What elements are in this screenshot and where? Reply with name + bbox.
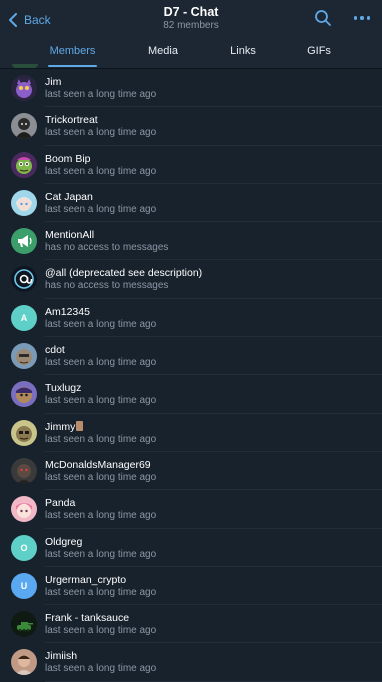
member-row[interactable]: Tuxlugz last seen a long time ago bbox=[0, 375, 382, 414]
member-name: cdot bbox=[45, 344, 65, 357]
card-emoji-icon bbox=[76, 420, 84, 431]
avatar bbox=[11, 189, 37, 216]
member-row[interactable]: Jimiish last seen a long time ago bbox=[0, 643, 382, 682]
member-row[interactable]: cdot last seen a long time ago bbox=[0, 337, 382, 376]
tab-gifs[interactable]: GIFs bbox=[299, 40, 339, 67]
member-name: Cat Japan bbox=[45, 190, 93, 203]
member-name: Panda bbox=[45, 497, 76, 510]
member-name: Tuxlugz bbox=[45, 382, 82, 395]
member-row[interactable]: Jim last seen a long time ago bbox=[0, 69, 382, 108]
tab-members[interactable]: Members bbox=[48, 40, 97, 67]
member-row[interactable]: Trickortreat last seen a long time ago bbox=[0, 107, 382, 146]
member-name: @all (deprecated see description) bbox=[45, 267, 203, 280]
avatar bbox=[11, 75, 37, 101]
more-horizontal-icon[interactable] bbox=[354, 12, 370, 24]
tab-links[interactable]: Links bbox=[222, 40, 264, 67]
member-row[interactable]: O Oldgreg last seen a long time ago bbox=[0, 529, 382, 568]
media-tabs: Members Media Links GIFs bbox=[0, 40, 382, 67]
avatar-initial: O bbox=[11, 534, 37, 561]
member-row[interactable]: Jimmy last seen a long time ago bbox=[0, 414, 382, 453]
megaphone-icon bbox=[11, 228, 37, 255]
member-row[interactable]: A Am12345 last seen a long time ago bbox=[0, 299, 382, 338]
member-name: McDonaldsManager69 bbox=[45, 458, 151, 471]
member-name: Trickortreat bbox=[45, 114, 98, 127]
member-status: last seen a long time ago bbox=[45, 433, 157, 445]
member-list: Jim last seen a long time ago Trickortre… bbox=[0, 69, 382, 682]
member-name: Frank - tanksauce bbox=[45, 612, 130, 625]
avatar bbox=[11, 113, 37, 140]
member-row[interactable]: Frank - tanksauce last seen a long time … bbox=[0, 605, 382, 644]
member-status: last seen a long time ago bbox=[45, 127, 157, 139]
tab-media[interactable]: Media bbox=[140, 40, 186, 67]
member-row[interactable]: McDonaldsManager69 last seen a long time… bbox=[0, 452, 382, 491]
member-status: last seen a long time ago bbox=[45, 318, 157, 330]
at-sign-icon bbox=[11, 266, 37, 293]
member-name: Boom Bip bbox=[45, 152, 91, 165]
member-status: has no access to messages bbox=[45, 280, 169, 292]
member-name-text: Jimmy bbox=[45, 420, 76, 433]
avatar bbox=[11, 649, 37, 676]
tank-icon bbox=[11, 611, 37, 638]
member-row[interactable]: Panda last seen a long time ago bbox=[0, 490, 382, 529]
member-status: last seen a long time ago bbox=[45, 471, 157, 483]
member-row[interactable]: U Urgerman_crypto last seen a long time … bbox=[0, 567, 382, 606]
member-name: Jim bbox=[45, 76, 62, 88]
avatar bbox=[11, 151, 37, 178]
member-status: last seen a long time ago bbox=[45, 203, 157, 215]
avatar-initial: A bbox=[11, 304, 37, 331]
avatar bbox=[11, 419, 37, 446]
member-name: Am12345 bbox=[45, 305, 90, 318]
member-status: last seen a long time ago bbox=[45, 510, 157, 522]
member-status: last seen a long time ago bbox=[45, 89, 157, 100]
member-name: Oldgreg bbox=[45, 535, 83, 548]
search-icon[interactable] bbox=[314, 9, 332, 27]
member-status: last seen a long time ago bbox=[45, 395, 157, 407]
avatar bbox=[11, 381, 37, 408]
member-row[interactable]: @all (deprecated see description) has no… bbox=[0, 260, 382, 300]
avatar bbox=[11, 457, 37, 484]
member-name: MentionAll bbox=[45, 229, 95, 242]
member-name: Urgerman_crypto bbox=[45, 573, 127, 586]
avatar bbox=[11, 343, 37, 370]
avatar bbox=[11, 496, 37, 523]
member-status: last seen a long time ago bbox=[45, 548, 157, 560]
member-status: last seen a long time ago bbox=[45, 165, 157, 177]
member-status: last seen a long time ago bbox=[45, 586, 157, 598]
partial-avatar bbox=[12, 64, 38, 68]
member-status: last seen a long time ago bbox=[45, 357, 157, 369]
chat-header: Back D7 - Chat 82 members Members Media … bbox=[0, 0, 382, 69]
member-status: has no access to messages bbox=[45, 242, 169, 254]
member-status: last seen a long time ago bbox=[45, 663, 157, 675]
member-row[interactable]: Boom Bip last seen a long time ago bbox=[0, 146, 382, 185]
member-name: Jimiish bbox=[45, 650, 78, 663]
member-row[interactable]: Cat Japan last seen a long time ago bbox=[0, 184, 382, 223]
avatar-initial: U bbox=[11, 572, 37, 599]
member-status: last seen a long time ago bbox=[45, 625, 157, 637]
member-name: Jimmy bbox=[45, 420, 84, 434]
member-row[interactable]: MentionAll has no access to messages bbox=[0, 222, 382, 261]
